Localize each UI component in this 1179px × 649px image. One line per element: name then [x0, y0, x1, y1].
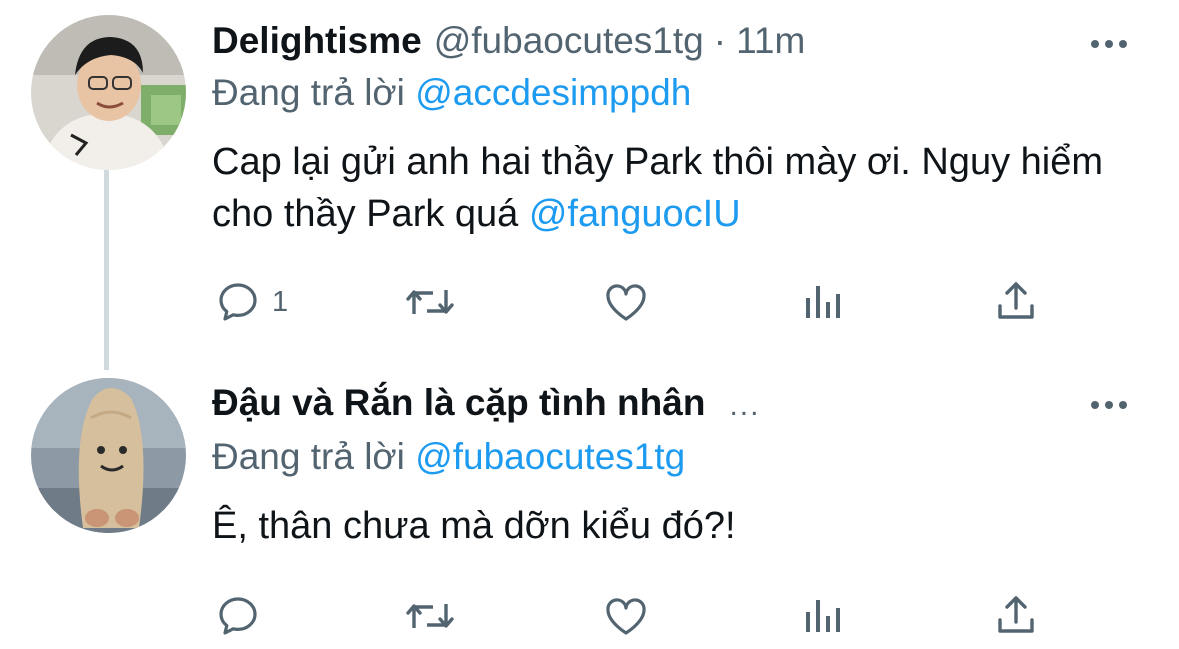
reply-button[interactable]: 1 [214, 272, 288, 332]
avatar[interactable] [31, 15, 186, 170]
more-icon[interactable] [1079, 29, 1139, 59]
tweet[interactable]: Đậu và Rắn là cặp tình nhân ... Đang trả… [0, 360, 1179, 649]
replying-to-mention[interactable]: @accdesimppdh [415, 72, 691, 113]
views-icon [806, 600, 840, 632]
like-button[interactable] [602, 586, 650, 646]
retweet-button[interactable] [404, 272, 456, 332]
truncation-ellipsis: ... [729, 389, 761, 422]
tweet-header: Đậu và Rắn là cặp tình nhân ... [212, 382, 760, 442]
display-name[interactable]: Đậu và Rắn là cặp tình nhân [212, 382, 705, 424]
tweet-text: Ê, thân chưa mà dỡn kiểu đó?! [212, 500, 1142, 552]
tweet-actions [212, 586, 1042, 646]
tweet-actions: 1 [212, 272, 1042, 332]
share-icon [998, 282, 1034, 319]
reply-button[interactable] [214, 586, 272, 646]
like-button[interactable] [602, 272, 650, 332]
timestamp[interactable]: 11m [736, 20, 805, 62]
separator-dot: · [713, 20, 727, 61]
replying-to: Đang trả lời @accdesimppdh [212, 72, 691, 114]
display-name[interactable]: Delightisme [212, 20, 422, 62]
retweet-button[interactable] [404, 586, 456, 646]
views-button[interactable] [798, 272, 846, 332]
reply-count: 1 [272, 285, 289, 318]
tweet[interactable]: Delightisme @fubaocutes1tg · 11m Đang tr… [0, 0, 1179, 360]
reply-icon [219, 283, 257, 321]
tweet-text-body: Ê, thân chưa mà dỡn kiểu đó?! [212, 505, 736, 547]
tweet-mention[interactable]: @fanguocIU [529, 193, 741, 235]
reply-icon [219, 597, 257, 635]
views-button[interactable] [798, 586, 846, 646]
more-icon[interactable] [1079, 390, 1139, 420]
replying-to-label: Đang trả lời [212, 436, 405, 477]
retweet-icon [406, 290, 454, 314]
like-icon [606, 598, 646, 635]
share-icon [998, 596, 1034, 633]
tweet-text: Cap lại gửi anh hai thầy Park thôi mày ơ… [212, 136, 1142, 240]
avatar[interactable] [31, 378, 186, 533]
share-button[interactable] [992, 272, 1040, 332]
replying-to: Đang trả lời @fubaocutes1tg [212, 436, 685, 478]
like-icon [606, 284, 646, 321]
tweet-header: Delightisme @fubaocutes1tg · 11m [212, 20, 805, 80]
share-button[interactable] [992, 586, 1040, 646]
user-handle[interactable]: @fubaocutes1tg [434, 20, 704, 62]
views-icon [806, 286, 840, 318]
replying-to-mention[interactable]: @fubaocutes1tg [415, 436, 685, 477]
retweet-icon [406, 604, 454, 628]
replying-to-label: Đang trả lời [212, 72, 405, 113]
